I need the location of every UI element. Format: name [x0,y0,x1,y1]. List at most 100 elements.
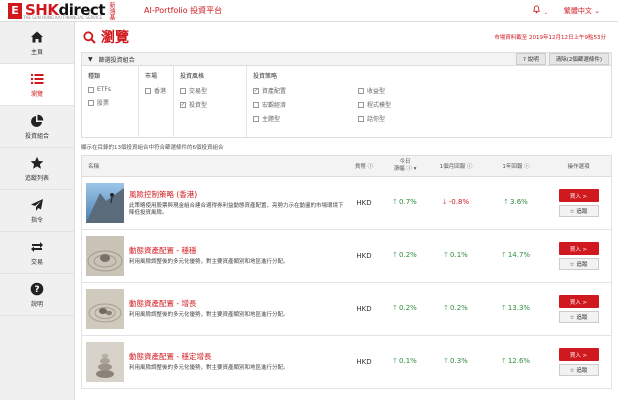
portfolio-name-link[interactable]: 動態資產配置 - 穩穩 [129,245,344,256]
sort-icon[interactable]: ▾ [414,166,417,172]
checkbox-box[interactable]: ✓ [180,101,186,108]
question-icon: ? [30,282,44,295]
sidebar: 主頁 瀏覽 投資組合 追蹤列表 指令 交易 ? 說明 [0,22,75,400]
sidebar-item-label: 投資組合 [24,132,49,140]
table-row[interactable]: 風險控制策略 (香港) 此策略使用股票與現金組合建合適得券利益動態資產配置，亮勢… [81,177,612,230]
checkbox-box[interactable] [358,101,364,108]
column-actions: 操作選項 [567,164,590,170]
checkbox-box[interactable] [88,99,94,106]
sidebar-item-watchlist[interactable]: 追蹤列表 [0,148,74,190]
info-icon[interactable]: ⓘ [467,164,473,170]
filter-category: 種類 ETFs 股票 [82,66,139,137]
buy-button[interactable]: 買入 > [558,242,599,255]
info-icon[interactable]: ⓘ [406,166,412,172]
main-content: 瀏覽 市場資料截至 2019年12月12日上午9點53分 ▼ 篩選投資組合 ? … [75,22,618,400]
clear-filters-button[interactable]: 清除(2個篩選條件) [548,53,609,65]
buy-button[interactable]: 買入 > [558,348,599,361]
one-year-return-value: 3.6% [510,197,528,206]
column-1-month[interactable]: 1個月回報 ⓘ [426,162,486,170]
checkbox-box[interactable] [180,87,186,94]
buy-button[interactable]: 買入 > [558,189,599,202]
track-button[interactable]: ☆ 追蹤 [558,311,599,323]
checkbox-box[interactable] [358,87,364,94]
checkbox-asset-allocation[interactable]: ✓ 資產配置 [253,86,358,95]
results-summary: 顯示在目錄的13個投資組合中符合篩選條件的6個投資組合 [81,145,224,151]
portfolio-name-link[interactable]: 風險控制策略 (香港) [129,189,344,200]
filter-help-button[interactable]: ? 說明 [516,53,546,65]
checkbox-talk[interactable]: 話你型 [358,114,428,123]
list-icon [30,73,44,84]
paper-plane-icon [31,198,43,211]
checkbox-label: 宏觀經濟 [262,102,287,109]
checkbox-box[interactable] [145,87,151,94]
sidebar-item-help[interactable]: ? 說明 [0,274,74,316]
checkbox-label: ETFs [97,86,112,93]
portfolio-thumbnail-stones [86,236,124,276]
table-row[interactable]: 動態資產配置 - 穩穩 利用風險調整後的多元化優勢，對主要資產類別和地區進行分配… [81,230,612,283]
page-title: 瀏覽 [101,30,129,46]
one-month-return: 🡑 0.1% [444,250,468,259]
checkbox-thematic[interactable]: 主題型 [253,114,358,123]
column-currency[interactable]: 貨幣 ⓘ [344,162,384,170]
pie-chart-icon [31,114,44,127]
filter-bar[interactable]: ▼ 篩選投資組合 ? 說明 清除(2個篩選條件) [81,52,612,66]
sidebar-item-portfolio[interactable]: 投資組合 [0,106,74,148]
filter-strategy: 投資策略 ✓ 資產配置 收益型 宏觀經濟 程式模型 主題型 話你型 [247,66,611,137]
one-month-return: 🡑 0.3% [444,356,468,365]
logo[interactable]: E SHKdirect 新鴻基 THE SUN HUNG KAI FINANCI… [8,0,116,22]
checkbox-etfs[interactable]: ETFs [88,86,132,93]
one-year-return-value: 14.7% [507,250,531,259]
checkbox-box[interactable] [88,86,94,93]
sidebar-item-label: 說明 [30,300,43,308]
column-1-month-label: 1個月回報 [439,164,466,170]
filter-panel: 種類 ETFs 股票 市場 香港 投資風格 交易型 ✓ 投資型 投資策略 ✓ 資產配… [81,66,612,138]
buy-button[interactable]: 買入 > [558,295,599,308]
track-button[interactable]: ☆ 追蹤 [558,258,599,270]
checkbox-income[interactable]: 收益型 [358,86,428,95]
sidebar-item-label: 交易 [30,258,43,266]
sidebar-item-orders[interactable]: 指令 [0,190,74,232]
sidebar-item-trades[interactable]: 交易 [0,232,74,274]
today-return: 🡑 0.2% [393,303,417,312]
chevron-down-icon[interactable]: ▼ [88,56,93,63]
column-1-year-label: 1年回報 [502,164,523,170]
checkbox-trading[interactable]: 交易型 [180,86,240,95]
track-button[interactable]: ☆ 追蹤 [558,364,599,376]
svg-text:?: ? [34,285,39,295]
search-icon [83,30,96,44]
filter-category-title: 種類 [88,73,101,80]
notification-bell-icon[interactable]: ⌄ [532,5,548,16]
today-return: 🡑 0.2% [393,250,417,259]
checkbox-investing[interactable]: ✓ 投資型 [180,100,240,109]
column-1-year[interactable]: 1年回報 ⓘ [486,162,546,170]
checkbox-box[interactable] [358,115,364,122]
currency-value: HKD [356,199,372,207]
checkbox-stocks[interactable]: 股票 [88,98,132,107]
checkbox-label: 股票 [97,100,110,107]
sidebar-item-browse[interactable]: 瀏覽 [0,64,74,106]
language-selector[interactable]: 繁體中文 ⌄ [564,6,600,16]
track-button[interactable]: ☆ 追蹤 [558,205,599,217]
checkbox-hongkong[interactable]: 香港 [145,86,167,95]
info-icon[interactable]: ⓘ [368,164,374,170]
checkbox-label: 程式模型 [367,102,392,109]
table-row[interactable]: 動態資產配置 - 增長 利用風險調整後的多元化優勢，對主要資產類別和地區進行分配… [81,283,612,336]
one-month-return: 🡓 -0.8% [442,197,470,206]
checkbox-box[interactable] [253,101,259,108]
column-name[interactable]: 名稱 [82,162,344,170]
sidebar-item-home[interactable]: 主頁 [0,22,74,64]
today-return-value: 0.7% [399,197,417,206]
portfolio-name-link[interactable]: 動態資產配置 - 穩定增長 [129,351,344,362]
one-month-return: 🡑 0.2% [444,303,468,312]
info-icon[interactable]: ⓘ [524,164,530,170]
checkbox-quant[interactable]: 程式模型 [358,100,428,109]
portfolio-name-link[interactable]: 動態資產配置 - 增長 [129,298,344,309]
checkbox-macro[interactable]: 宏觀經濟 [253,100,358,109]
one-year-return: 🡑 13.3% [501,303,531,312]
checkbox-label: 交易型 [189,88,208,95]
currency-value: HKD [356,358,372,366]
checkbox-box[interactable]: ✓ [253,87,259,94]
table-row[interactable]: 動態資產配置 - 穩定增長 利用風險調整後的多元化優勢，對主要資產類別和地區進行… [81,336,612,389]
column-today[interactable]: 今日 漲幅 ⓘ ▾ [384,159,426,173]
checkbox-box[interactable] [253,115,259,122]
